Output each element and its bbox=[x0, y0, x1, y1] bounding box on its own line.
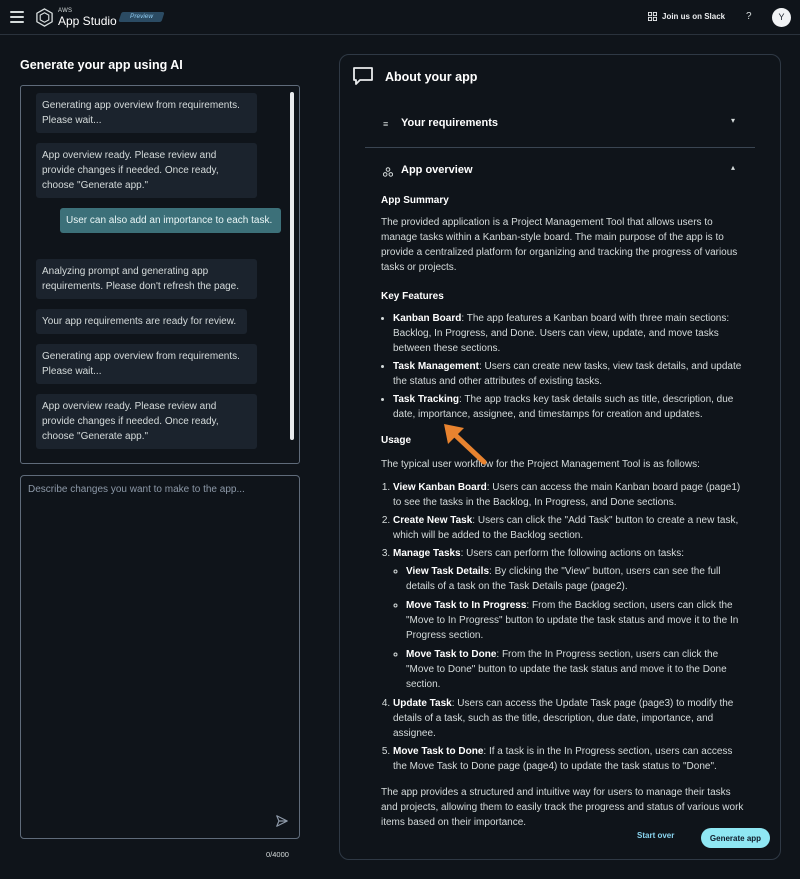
closing-text: The app provides a structured and intuit… bbox=[381, 787, 744, 828]
top-navigation-bar: AWS App Studio Preview Join us on Slack … bbox=[0, 0, 800, 35]
annotation-arrow-icon bbox=[444, 424, 487, 465]
summary-text: The provided application is a Project Ma… bbox=[381, 217, 738, 273]
chat-bubble-icon bbox=[353, 67, 373, 85]
send-icon[interactable] bbox=[275, 814, 289, 828]
chat-message: App overview ready. Please review and pr… bbox=[36, 143, 257, 198]
help-icon[interactable]: ? bbox=[746, 11, 752, 22]
user-chat-message: User can also add an importance to each … bbox=[60, 208, 281, 233]
manage-tasks-sublist: View Task Details: By clicking the "View… bbox=[393, 564, 746, 692]
list-item: Task Management: Users can create new ta… bbox=[393, 359, 746, 389]
prompt-input[interactable] bbox=[21, 476, 299, 838]
chat-scrollbar[interactable] bbox=[290, 92, 294, 440]
start-over-button[interactable]: Start over bbox=[637, 831, 674, 840]
chat-message: Your app requirements are ready for revi… bbox=[36, 309, 247, 334]
list-icon: ≡ bbox=[383, 119, 389, 129]
list-item: Move Task to Done: From the In Progress … bbox=[406, 647, 746, 692]
features-heading: Key Features bbox=[381, 291, 444, 302]
list-item: Kanban Board: The app features a Kanban … bbox=[393, 311, 746, 356]
caret-up-icon: ▴ bbox=[730, 163, 735, 172]
join-slack-link[interactable]: Join us on Slack bbox=[648, 12, 725, 21]
section-divider bbox=[365, 147, 755, 148]
list-item: Move Task to Done: If a task is in the I… bbox=[393, 744, 746, 774]
caret-down-icon: ▾ bbox=[730, 116, 735, 125]
chat-message: App overview ready. Please review and pr… bbox=[36, 394, 257, 449]
preview-badge: Preview bbox=[118, 12, 165, 22]
features-list: Kanban Board: The app features a Kanban … bbox=[381, 311, 746, 422]
app-overview-content: App Summary The provided application is … bbox=[381, 193, 746, 830]
chat-message: Generating app overview from requirement… bbox=[36, 93, 257, 133]
section-label: Your requirements bbox=[401, 117, 498, 129]
slack-icon bbox=[648, 12, 657, 21]
app-studio-logo-icon bbox=[36, 8, 53, 27]
prompt-composer bbox=[20, 475, 300, 839]
join-slack-label: Join us on Slack bbox=[662, 12, 726, 21]
character-count: 0/4000 bbox=[266, 850, 289, 859]
list-item: View Task Details: By clicking the "View… bbox=[406, 564, 746, 594]
summary-heading: App Summary bbox=[381, 195, 449, 206]
usage-intro: The typical user workflow for the Projec… bbox=[381, 459, 700, 470]
section-your-requirements[interactable]: ≡ Your requirements ▾ bbox=[365, 110, 755, 140]
generate-app-button[interactable]: Generate app bbox=[701, 828, 770, 848]
menu-icon[interactable] bbox=[10, 11, 24, 23]
chat-message: Generating app overview from requirement… bbox=[36, 344, 257, 384]
user-avatar[interactable]: Y bbox=[772, 8, 791, 27]
list-item: Update Task: Users can access the Update… bbox=[393, 696, 746, 741]
usage-heading: Usage bbox=[381, 435, 412, 446]
cluster-icon bbox=[383, 167, 393, 177]
left-panel-title: Generate your app using AI bbox=[20, 58, 183, 72]
list-item: Move Task to In Progress: From the Backl… bbox=[406, 598, 746, 643]
list-item: Manage Tasks: Users can perform the foll… bbox=[393, 546, 746, 692]
panel-title: About your app bbox=[385, 70, 478, 84]
usage-steps: View Kanban Board: Users can access the … bbox=[381, 480, 746, 774]
list-item: Task Tracking: The app tracks key task d… bbox=[393, 392, 746, 422]
list-item: View Kanban Board: Users can access the … bbox=[393, 480, 746, 510]
section-label: App overview bbox=[401, 164, 473, 176]
brand-name: App Studio bbox=[58, 14, 117, 28]
section-app-overview[interactable]: App overview ▴ bbox=[365, 157, 755, 187]
list-item: Create New Task: Users can click the "Ad… bbox=[393, 513, 746, 543]
chat-message: Analyzing prompt and generating app requ… bbox=[36, 259, 257, 299]
chat-history: Generating app overview from requirement… bbox=[20, 85, 300, 464]
